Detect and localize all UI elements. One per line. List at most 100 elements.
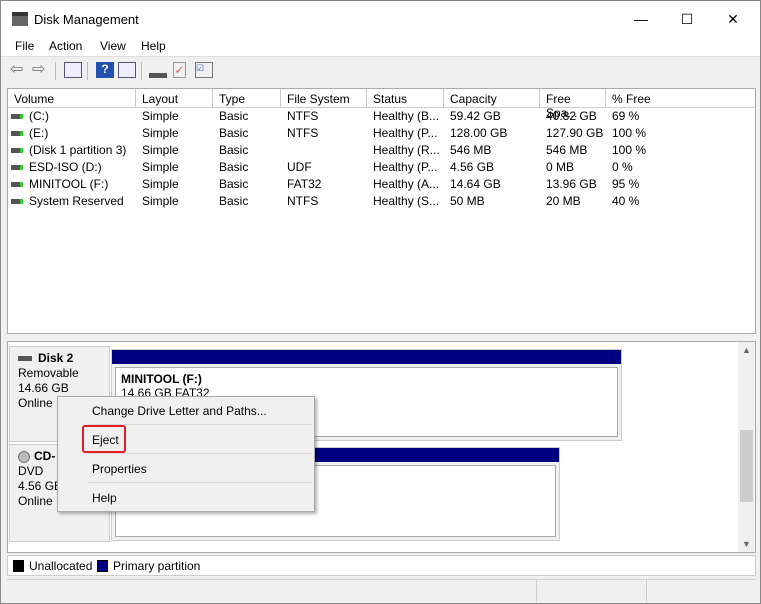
cell-text: Healthy (P... — [373, 126, 438, 140]
cell-text: Healthy (A... — [373, 177, 440, 191]
volume-row[interactable]: System Reserved — [11, 194, 124, 211]
close-button[interactable]: ✕ — [710, 1, 756, 37]
back-icon[interactable]: ⇦ — [10, 62, 28, 78]
menu-item-properties[interactable]: Properties — [92, 462, 147, 476]
table-cell: 100 % — [612, 126, 646, 143]
disk-management-window: Disk Management — ☐ ✕ File Action View H… — [0, 0, 761, 604]
minimize-button[interactable]: — — [618, 1, 664, 37]
table-cell: Healthy (B... — [373, 109, 439, 126]
cell-text: 40.82 GB — [546, 109, 597, 123]
cell-text: NTFS — [287, 194, 319, 208]
table-cell: Simple — [142, 160, 179, 177]
cell-text: ESD-ISO (D:) — [29, 160, 102, 174]
table-cell: 0 % — [612, 160, 633, 177]
legend-primary-partition: Primary partition — [113, 559, 201, 573]
cell-text: Healthy (P... — [373, 160, 438, 174]
cell-text: NTFS — [287, 126, 319, 140]
volume-row[interactable]: (E:) — [11, 126, 48, 143]
table-cell: 14.64 GB — [450, 177, 501, 194]
cell-text: (C:) — [29, 109, 49, 123]
status-pane — [7, 580, 537, 602]
connect-drive-icon[interactable] — [149, 62, 167, 78]
menu-help[interactable]: Help — [141, 39, 166, 53]
disk-management-icon — [12, 12, 28, 26]
table-cell: 95 % — [612, 177, 639, 194]
primary-partition-bar — [112, 350, 621, 364]
cell-text: 59.42 GB — [450, 109, 501, 123]
cell-text: Basic — [219, 109, 249, 123]
menu-action[interactable]: Action — [49, 39, 82, 53]
cell-text: Simple — [142, 194, 179, 208]
table-cell: 127.90 GB — [546, 126, 603, 143]
volume-row[interactable]: (C:) — [11, 109, 49, 126]
cell-text: Simple — [142, 126, 179, 140]
cell-text: 69 % — [612, 109, 640, 123]
table-cell: Basic — [219, 126, 248, 143]
column-percent-free[interactable]: % Free — [606, 89, 755, 108]
column-capacity[interactable]: Capacity — [444, 89, 540, 108]
volume-row[interactable]: ESD-ISO (D:) — [11, 160, 102, 177]
show-hide-console-tree-icon[interactable] — [64, 62, 82, 78]
cell-text: Simple — [142, 160, 179, 174]
column-layout[interactable]: Layout — [136, 89, 213, 108]
cell-text: NTFS — [287, 109, 319, 123]
table-cell: 546 MB — [546, 143, 587, 160]
table-cell: 50 MB — [450, 194, 485, 211]
table-cell: Basic — [219, 194, 248, 211]
table-cell: 40 % — [612, 194, 639, 211]
maximize-button[interactable]: ☐ — [664, 1, 710, 37]
cell-text: 40 % — [612, 194, 640, 208]
cell-text: (Disk 1 partition 3) — [29, 143, 127, 157]
cell-text: MINITOOL (F:) — [29, 177, 109, 191]
help-icon[interactable]: ? — [96, 62, 114, 78]
check-document-icon[interactable]: ✓ — [173, 62, 186, 78]
volume-row[interactable]: MINITOOL (F:) — [11, 177, 108, 194]
column-volume[interactable]: Volume — [8, 89, 136, 108]
menu-view[interactable]: View — [100, 39, 126, 53]
menu-bar: File Action View Help — [1, 37, 760, 57]
cell-text: 127.90 GB — [546, 126, 604, 140]
scroll-down-icon[interactable]: ▼ — [738, 539, 755, 549]
toolbar-separator — [141, 62, 142, 80]
cell-text: System Reserved — [29, 194, 124, 208]
column-type[interactable]: Type — [213, 89, 281, 108]
table-cell: Basic — [219, 177, 248, 194]
column-free-space[interactable]: Free Spa... — [540, 89, 606, 120]
table-cell: 4.56 GB — [450, 160, 494, 177]
column-file-system[interactable]: File System — [281, 89, 367, 108]
cell-text: Healthy (S... — [373, 194, 440, 208]
scroll-thumb[interactable] — [740, 430, 753, 502]
cell-text: 0 MB — [546, 160, 575, 174]
cell-text: 546 MB — [546, 143, 588, 157]
cell-text: 100 % — [612, 143, 647, 157]
cell-text: 13.96 GB — [546, 177, 597, 191]
legend-unallocated: Unallocated — [29, 559, 93, 573]
table-cell: Simple — [142, 109, 179, 126]
table-cell: 128.00 GB — [450, 126, 507, 143]
show-action-pane-icon[interactable] — [118, 62, 136, 78]
table-cell: Basic — [219, 160, 248, 177]
volume-list[interactable]: Volume Layout Type File System Status Ca… — [7, 88, 756, 334]
table-cell: Healthy (A... — [373, 177, 439, 194]
title-bar: Disk Management — ☐ ✕ — [1, 1, 760, 37]
menu-item-help[interactable]: Help — [92, 491, 117, 505]
toolbar-separator — [87, 62, 88, 80]
menu-file[interactable]: File — [15, 39, 34, 53]
forward-icon[interactable]: ⇨ — [32, 62, 50, 78]
vertical-scrollbar[interactable]: ▲ ▼ — [738, 342, 755, 552]
cell-text: Basic — [219, 160, 249, 174]
volume-row[interactable]: (Disk 1 partition 3) — [11, 143, 126, 160]
removable-disk-icon — [18, 356, 32, 362]
menu-item-change-drive-letter[interactable]: Change Drive Letter and Paths... — [92, 404, 267, 418]
table-cell: Healthy (P... — [373, 160, 437, 177]
cd-drive-icon — [11, 165, 23, 171]
table-cell: Healthy (P... — [373, 126, 437, 143]
scroll-up-icon[interactable]: ▲ — [738, 345, 755, 355]
menu-item-eject[interactable]: Eject — [92, 433, 119, 447]
partition-name: MINITOOL (F:) — [121, 372, 202, 386]
volume-icon — [11, 114, 23, 120]
table-cell: 13.96 GB — [546, 177, 597, 194]
checklist-icon[interactable]: ☑ — [195, 62, 213, 78]
window-title: Disk Management — [34, 12, 139, 27]
column-status[interactable]: Status — [367, 89, 444, 108]
